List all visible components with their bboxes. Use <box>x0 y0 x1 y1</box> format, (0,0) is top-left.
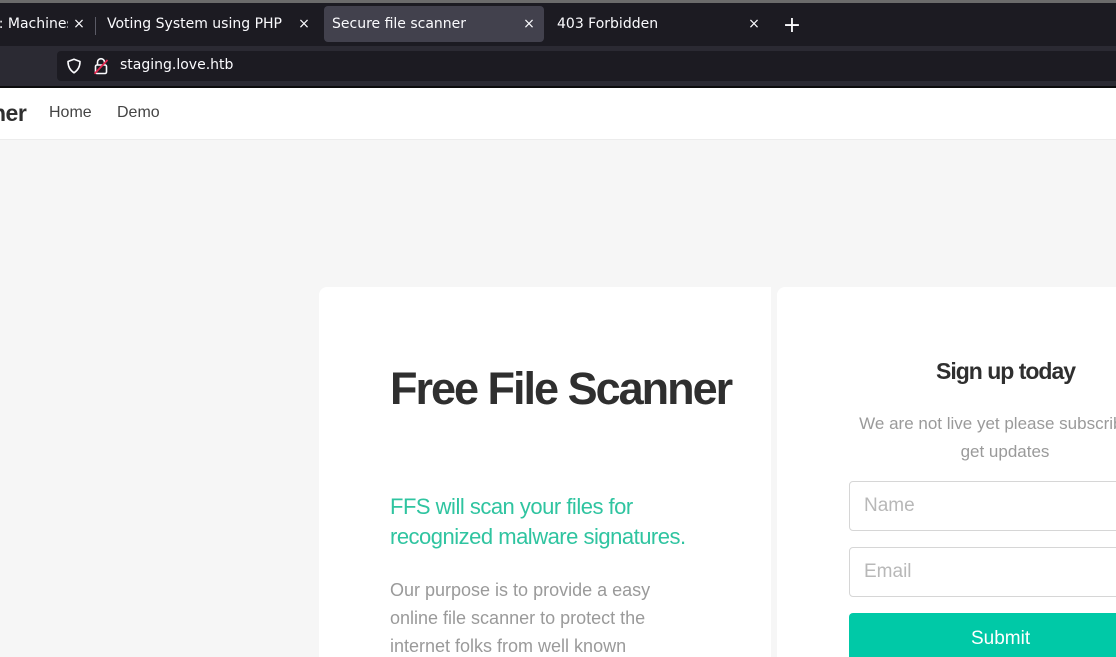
insecure-lock-icon[interactable] <box>93 57 109 75</box>
submit-button[interactable]: Submit <box>849 613 1116 657</box>
name-input[interactable] <box>849 481 1116 531</box>
hero-description: Our purpose is to provide a easy online … <box>390 580 651 656</box>
email-input[interactable] <box>849 547 1116 597</box>
tab-label: Voting System using PHP <box>107 16 282 32</box>
close-icon[interactable]: × <box>744 14 764 34</box>
tab-voting-system[interactable]: Voting System using PHP × <box>98 6 320 42</box>
close-icon[interactable]: × <box>69 14 89 34</box>
signup-title: Sign up today <box>936 358 1076 384</box>
nav-home-link[interactable]: Home <box>49 104 92 122</box>
url-text[interactable]: staging.love.htb <box>120 57 233 73</box>
close-icon[interactable]: × <box>519 14 539 34</box>
site-brand[interactable]: ner <box>0 100 27 127</box>
tab-label: :: Machines <box>0 16 68 32</box>
tab-separator <box>95 17 96 35</box>
tab-machines[interactable]: :: Machines × <box>0 6 92 42</box>
tab-label: 403 Forbidden <box>557 16 659 32</box>
tab-403-forbidden[interactable]: 403 Forbidden × <box>548 6 770 42</box>
hero-subtitle: FFS will scan your files for recognized … <box>390 494 686 549</box>
shield-icon[interactable] <box>66 58 82 74</box>
signup-card <box>777 287 1116 657</box>
tab-secure-file-scanner[interactable]: Secure file scanner × <box>324 6 544 42</box>
navigation-toolbar: staging.love.htb <box>0 46 1116 86</box>
new-tab-button[interactable]: + <box>780 13 804 38</box>
close-icon[interactable]: × <box>294 14 314 34</box>
url-bar[interactable]: staging.love.htb <box>57 51 1116 81</box>
tab-label: Secure file scanner <box>332 16 467 32</box>
tab-bar: :: Machines × Voting System using PHP × … <box>0 3 1116 46</box>
hero-title: Free File Scanner <box>390 363 733 414</box>
nav-demo-link[interactable]: Demo <box>117 104 160 122</box>
signup-description: We are not live yet please subscribe to … <box>859 414 1116 461</box>
site-header: ner Home Demo <box>0 88 1116 140</box>
